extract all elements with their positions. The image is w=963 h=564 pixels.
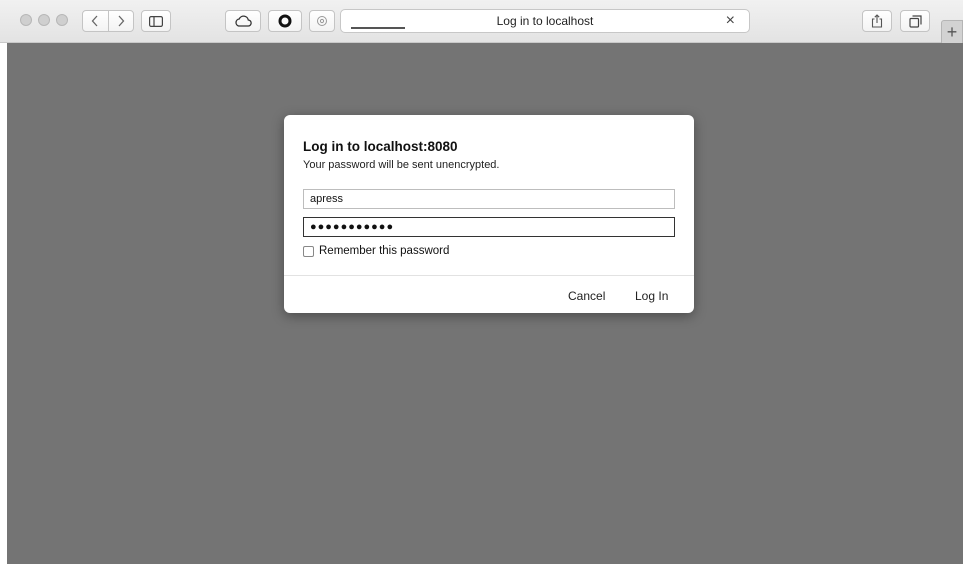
chevron-left-icon xyxy=(91,15,98,27)
login-dialog: Log in to localhost:8080 Your password w… xyxy=(284,115,694,313)
zoom-window-light[interactable] xyxy=(56,14,68,26)
close-window-light[interactable] xyxy=(20,14,32,26)
address-bar[interactable]: Log in to localhost × xyxy=(340,9,750,33)
opera-icon xyxy=(278,14,292,28)
chevron-right-icon xyxy=(118,15,125,27)
remember-password-row[interactable]: Remember this password xyxy=(303,245,449,257)
password-field[interactable]: ●●●●●●●●●●● xyxy=(303,217,675,237)
back-forward-group xyxy=(82,10,134,32)
cancel-button[interactable]: Cancel xyxy=(568,289,605,303)
forward-button[interactable] xyxy=(109,11,134,31)
icloud-tabs-button[interactable] xyxy=(225,10,261,32)
username-field[interactable]: apress xyxy=(303,189,675,209)
remember-password-label[interactable]: Remember this password xyxy=(319,245,449,257)
close-icon[interactable]: × xyxy=(726,10,735,32)
tab-overview-button[interactable] xyxy=(900,10,930,32)
opera-extension-button[interactable] xyxy=(268,10,302,32)
gear-icon xyxy=(317,16,327,26)
back-button[interactable] xyxy=(83,11,109,31)
extension-settings-button[interactable] xyxy=(309,10,335,32)
page-title: Log in to localhost xyxy=(496,14,594,28)
dialog-title: Log in to localhost:8080 xyxy=(303,139,458,154)
remember-password-checkbox[interactable] xyxy=(303,245,314,257)
log-in-button[interactable]: Log In xyxy=(635,289,668,303)
share-button[interactable] xyxy=(862,10,892,32)
dialog-divider xyxy=(284,275,694,276)
tabs-overview-icon xyxy=(908,14,922,28)
minimize-window-light[interactable] xyxy=(38,14,50,26)
dialog-subtitle: Your password will be sent unencrypted. xyxy=(303,159,500,171)
sidebar-button[interactable] xyxy=(141,10,171,32)
browser-toolbar: Log in to localhost × + xyxy=(0,0,963,44)
new-tab-button[interactable]: + xyxy=(941,20,963,44)
sidebar-icon xyxy=(149,15,163,27)
share-icon xyxy=(871,14,883,28)
cloud-icon xyxy=(235,15,252,27)
